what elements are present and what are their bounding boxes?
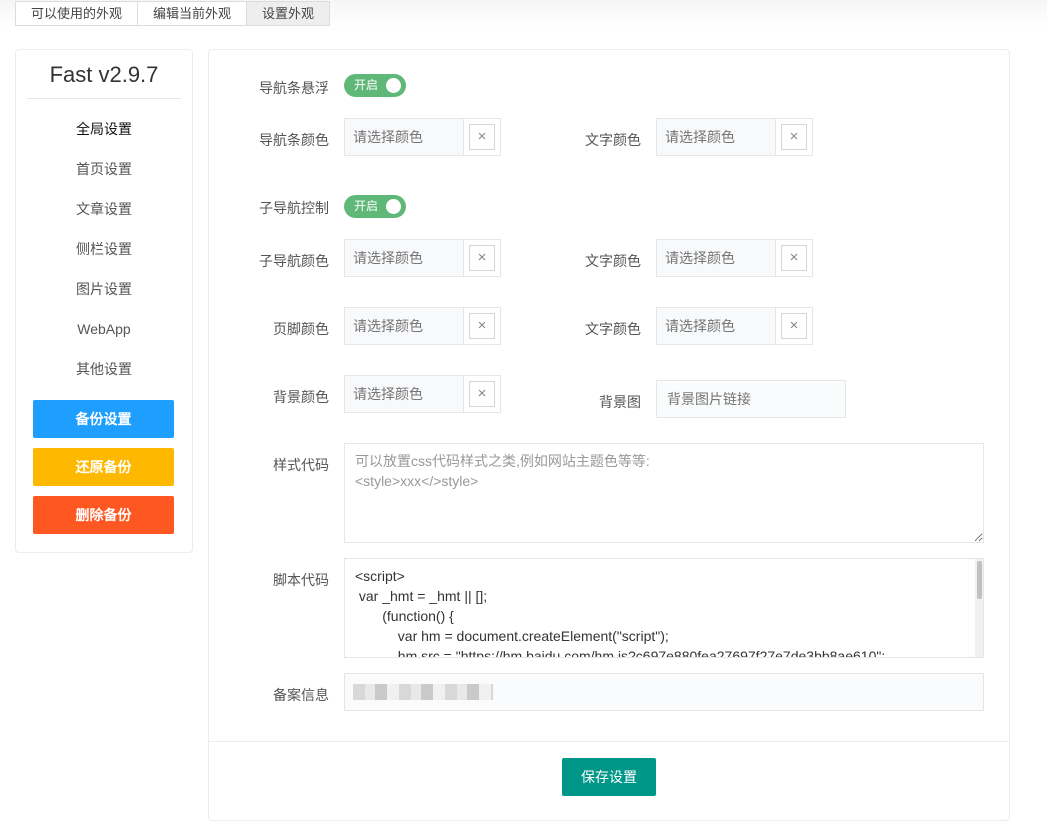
subnav-color-label: 子导航颜色 <box>259 253 329 269</box>
footer-color-picker: × <box>344 307 501 345</box>
clear-icon[interactable]: × <box>469 245 495 271</box>
nav-color-label: 导航条颜色 <box>259 132 329 148</box>
clear-icon[interactable]: × <box>781 245 807 271</box>
beian-label: 备案信息 <box>273 687 329 703</box>
subnav-text-color-label: 文字颜色 <box>585 253 641 269</box>
sidebar-item-article[interactable]: 文章设置 <box>16 189 192 229</box>
nav-float-switch[interactable]: 开启 <box>344 74 406 97</box>
nav-text-color-picker: × <box>656 118 813 156</box>
bg-color-input[interactable] <box>345 376 464 412</box>
subnav-control-switch[interactable]: 开启 <box>344 195 406 218</box>
footer-color-label: 页脚颜色 <box>273 321 329 337</box>
nav-text-color-label: 文字颜色 <box>585 132 641 148</box>
subnav-text-color-input[interactable] <box>657 240 776 276</box>
settings-sidebar: Fast v2.9.7 全局设置 首页设置 文章设置 侧栏设置 图片设置 Web… <box>15 49 193 553</box>
beian-input[interactable] <box>344 673 984 711</box>
switch-knob <box>386 78 401 93</box>
form-footer-divider <box>209 741 1009 742</box>
footer-color-input[interactable] <box>345 308 464 344</box>
appearance-tabs: 可以使用的外观 编辑当前外观 设置外观 <box>15 1 331 26</box>
style-code-label: 样式代码 <box>273 457 329 473</box>
sidebar-item-image[interactable]: 图片设置 <box>16 269 192 309</box>
footer-text-color-input[interactable] <box>657 308 776 344</box>
bg-color-picker: × <box>344 375 501 413</box>
delete-backup-button[interactable]: 删除备份 <box>33 496 174 534</box>
sidebar-item-other[interactable]: 其他设置 <box>16 349 192 389</box>
script-code-content: <script> var _hmt = _hmt || []; (functio… <box>355 568 886 658</box>
tab-available-themes[interactable]: 可以使用的外观 <box>15 1 139 26</box>
subnav-control-label: 子导航控制 <box>259 200 329 216</box>
script-code-scrollbar[interactable] <box>975 559 983 657</box>
clear-icon[interactable]: × <box>469 124 495 150</box>
clear-icon[interactable]: × <box>469 313 495 339</box>
nav-float-switch-text: 开启 <box>354 78 379 92</box>
theme-version-title: Fast v2.9.7 <box>27 50 181 99</box>
nav-color-picker: × <box>344 118 501 156</box>
backup-settings-button[interactable]: 备份设置 <box>33 400 174 438</box>
subnav-text-color-picker: × <box>656 239 813 277</box>
script-code-label: 脚本代码 <box>273 572 329 588</box>
clear-icon[interactable]: × <box>781 124 807 150</box>
settings-form-panel: 导航条悬浮 开启 导航条颜色 × 文字颜色 × 子导航控制 开启 子导航颜色 ×… <box>208 49 1010 821</box>
nav-color-input[interactable] <box>345 119 464 155</box>
beian-redacted-value <box>353 684 493 700</box>
clear-icon[interactable]: × <box>781 313 807 339</box>
sidebar-item-sidebar[interactable]: 侧栏设置 <box>16 229 192 269</box>
nav-text-color-input[interactable] <box>657 119 776 155</box>
subnav-color-picker: × <box>344 239 501 277</box>
tab-theme-settings[interactable]: 设置外观 <box>246 1 331 26</box>
style-code-textarea[interactable] <box>344 443 984 543</box>
save-settings-button[interactable]: 保存设置 <box>562 758 656 796</box>
scrollbar-thumb[interactable] <box>977 561 982 599</box>
settings-nav: 全局设置 首页设置 文章设置 侧栏设置 图片设置 WebApp 其他设置 <box>16 109 192 389</box>
script-code-textarea[interactable]: <script> var _hmt = _hmt || []; (functio… <box>344 558 984 658</box>
subnav-control-switch-text: 开启 <box>354 199 379 213</box>
tab-edit-current-theme[interactable]: 编辑当前外观 <box>137 1 248 26</box>
clear-icon[interactable]: × <box>469 381 495 407</box>
footer-text-color-label: 文字颜色 <box>585 321 641 337</box>
switch-knob <box>386 199 401 214</box>
footer-text-color-picker: × <box>656 307 813 345</box>
restore-backup-button[interactable]: 还原备份 <box>33 448 174 486</box>
sidebar-item-home[interactable]: 首页设置 <box>16 149 192 189</box>
nav-float-label: 导航条悬浮 <box>259 80 329 96</box>
bg-image-input[interactable] <box>656 380 846 418</box>
sidebar-item-global[interactable]: 全局设置 <box>16 109 192 149</box>
bg-color-label: 背景颜色 <box>273 389 329 405</box>
sidebar-item-webapp[interactable]: WebApp <box>16 309 192 349</box>
top-bar: 可以使用的外观 编辑当前外观 设置外观 <box>0 0 1047 28</box>
subnav-color-input[interactable] <box>345 240 464 276</box>
bg-image-label: 背景图 <box>599 394 641 410</box>
